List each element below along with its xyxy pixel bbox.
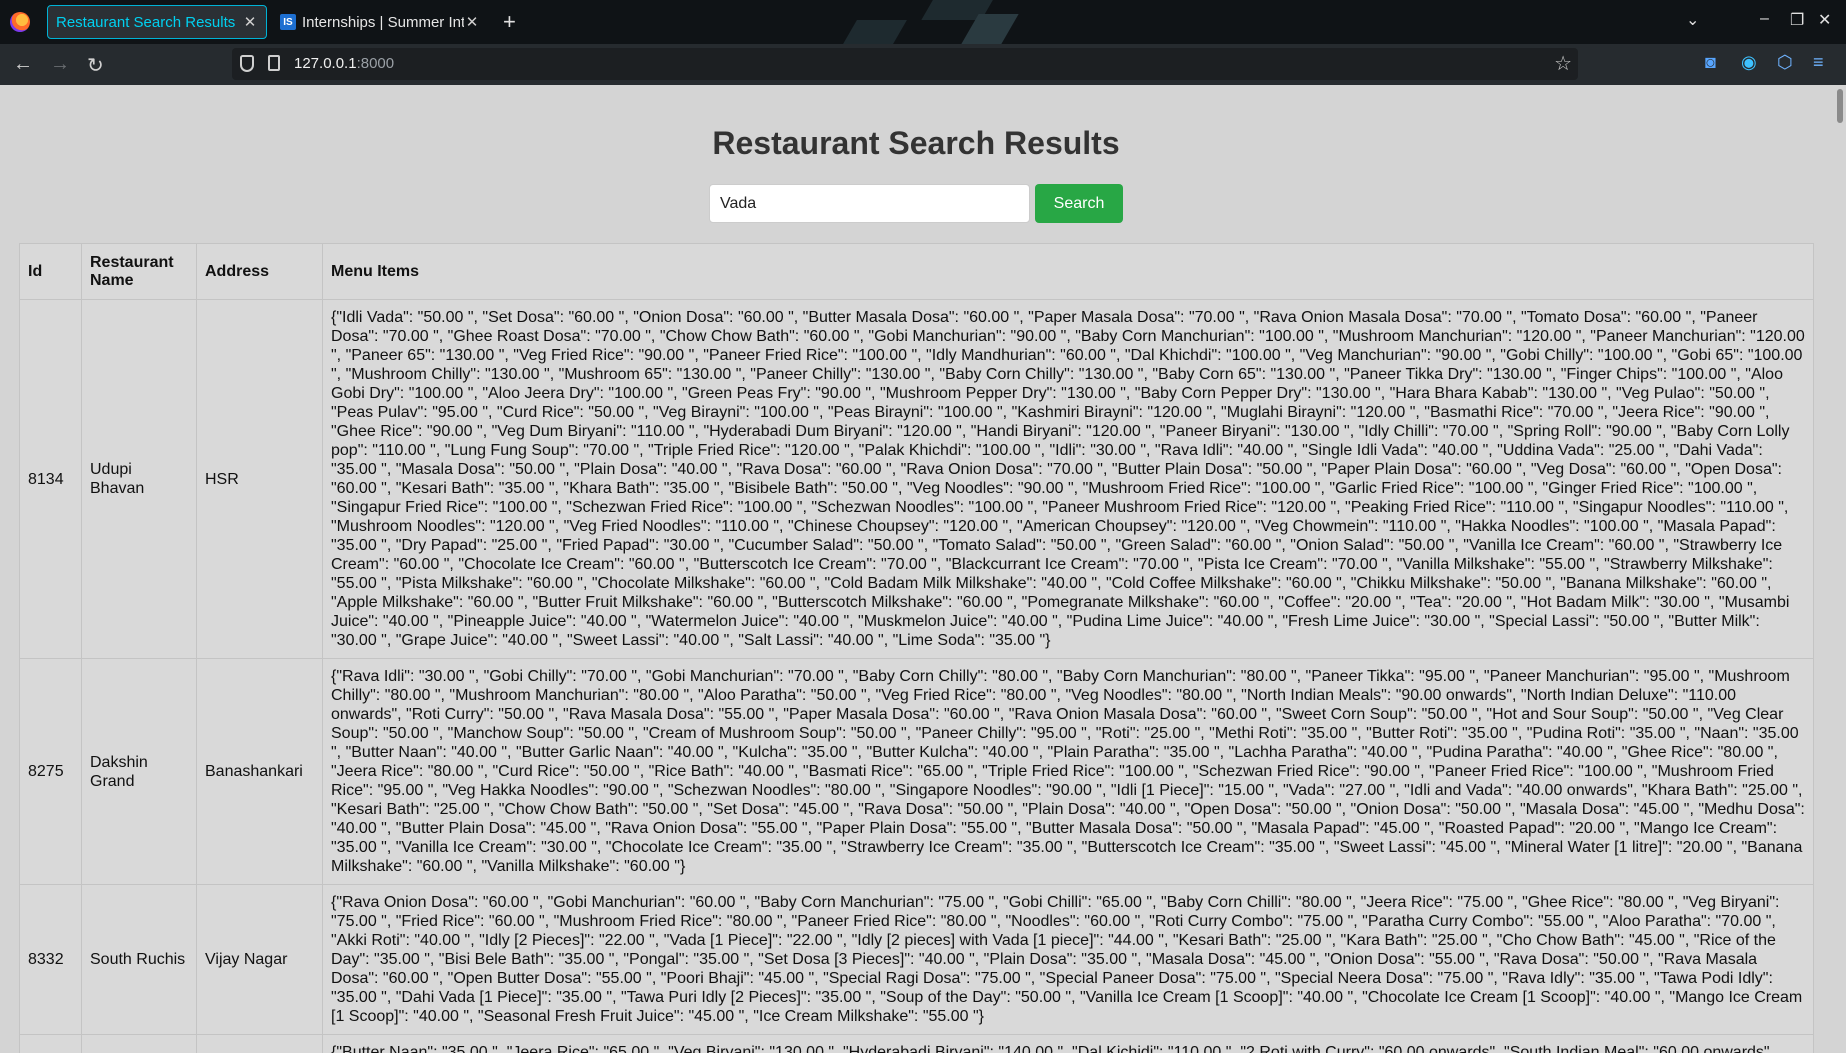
tab-bar: Restaurant Search Results ✕ IS Internshi… — [0, 0, 1846, 44]
table-row: {"Butter Naan": "35.00 ", "Jeera Rice": … — [19, 1034, 1814, 1053]
tab-close-icon[interactable]: ✕ — [242, 13, 258, 31]
tab-close-icon[interactable]: ✕ — [464, 13, 480, 31]
firefox-logo-icon[interactable] — [10, 12, 30, 32]
cell-id: 8332 — [19, 884, 82, 1035]
column-header-restaurant-name: Restaurant Name — [81, 243, 197, 300]
url-port: :8000 — [356, 55, 395, 72]
cell-menu-items: {"Rava Onion Dosa": "60.00 ", "Gobi Manc… — [322, 884, 1814, 1035]
internshala-favicon-icon: IS — [280, 14, 296, 30]
reload-icon[interactable]: ↻ — [87, 53, 104, 78]
cell-menu-items: {"Rava Idli": "30.00 ", "Gobi Chilly": "… — [322, 658, 1814, 885]
search-button[interactable]: Search — [1035, 184, 1123, 223]
cell-id: 8275 — [19, 658, 82, 885]
minimize-icon[interactable]: – — [1760, 10, 1769, 28]
page-content: Restaurant Search Results Search Id Rest… — [0, 85, 1846, 1053]
search-input[interactable] — [709, 184, 1030, 223]
cell-address: Vijay Nagar — [196, 884, 323, 1035]
theme-decoration — [600, 0, 1200, 44]
navigation-toolbar: ← → ↻ 127.0.0.1:8000 ☆ ◙ ◉ ⬡ ≡ — [0, 44, 1846, 85]
results-table: Id Restaurant Name Address Menu Items 81… — [19, 243, 1814, 1053]
page-title: Restaurant Search Results — [712, 125, 1120, 161]
cell-restaurant-name: Udupi Bhavan — [81, 299, 197, 659]
column-header-address: Address — [196, 243, 323, 300]
table-row: 8332 South Ruchis Vijay Nagar {"Rava Oni… — [19, 884, 1814, 1035]
url-host: 127.0.0.1 — [294, 55, 357, 72]
address-bar[interactable]: 127.0.0.1:8000 ☆ — [232, 48, 1578, 80]
tab-title: Internships | Summer Inte — [302, 13, 464, 31]
tab-internships[interactable]: IS Internships | Summer Inte ✕ — [272, 5, 488, 39]
table-row: 8134 Udupi Bhavan HSR {"Idli Vada": "50.… — [19, 299, 1814, 659]
cell-address: Banashankari — [196, 658, 323, 885]
extensions-icon[interactable]: ⬡ — [1777, 52, 1793, 73]
restore-icon[interactable]: ❐ — [1790, 10, 1804, 30]
pocket-icon[interactable]: ◙ — [1705, 52, 1716, 73]
page-scrollbar[interactable] — [1834, 85, 1846, 1053]
cell-id: 8134 — [19, 299, 82, 659]
cell-menu-items: {"Butter Naan": "35.00 ", "Jeera Rice": … — [322, 1034, 1814, 1053]
cell-menu-items: {"Idli Vada": "50.00 ", "Set Dosa": "60.… — [322, 299, 1814, 659]
menu-hamburger-icon[interactable]: ≡ — [1813, 52, 1824, 73]
cell-restaurant-name: Dakshin Grand — [81, 658, 197, 885]
table-header-row: Id Restaurant Name Address Menu Items — [19, 243, 1814, 300]
column-header-menu-items: Menu Items — [322, 243, 1814, 300]
table-row: 8275 Dakshin Grand Banashankari {"Rava I… — [19, 658, 1814, 885]
close-window-icon[interactable]: ✕ — [1818, 10, 1831, 30]
account-icon[interactable]: ◉ — [1741, 52, 1757, 73]
cell-restaurant-name — [81, 1034, 197, 1053]
scrollbar-thumb[interactable] — [1837, 89, 1843, 123]
bookmark-star-icon[interactable]: ☆ — [1554, 51, 1572, 76]
tab-restaurant-search[interactable]: Restaurant Search Results ✕ — [47, 5, 267, 39]
tracking-protection-shield-icon[interactable] — [240, 55, 254, 72]
cell-id — [19, 1034, 82, 1053]
url-text[interactable]: 127.0.0.1:8000 — [294, 55, 394, 72]
cell-address — [196, 1034, 323, 1053]
tab-title: Restaurant Search Results — [56, 13, 236, 31]
page-info-icon[interactable] — [268, 55, 280, 71]
cell-address: HSR — [196, 299, 323, 659]
new-tab-plus-icon[interactable]: + — [503, 9, 516, 35]
column-header-id: Id — [19, 243, 82, 300]
cell-restaurant-name: South Ruchis — [81, 884, 197, 1035]
forward-arrow-icon[interactable]: → — [50, 53, 70, 76]
list-all-tabs-chevron-icon[interactable]: ⌄ — [1686, 10, 1699, 30]
back-arrow-icon[interactable]: ← — [13, 53, 33, 76]
